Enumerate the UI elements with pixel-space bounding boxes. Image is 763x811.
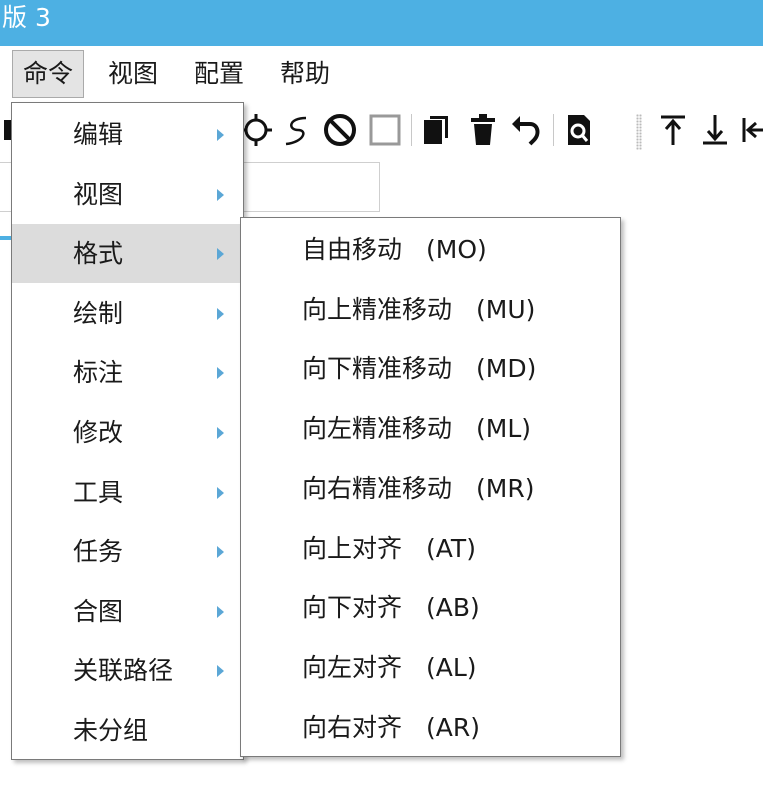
menu-bar: 命令 视图 配置 帮助 — [0, 46, 763, 102]
command-dropdown-menu: 编辑视图格式绘制标注修改工具任务合图关联路径未分组 — [11, 102, 244, 760]
menu-config[interactable]: 配置 — [184, 50, 254, 98]
submenu-arrow-icon — [217, 129, 224, 141]
submenu-item-shortcut: (AL) — [426, 652, 477, 682]
dropdown-item[interactable]: 编辑 — [12, 105, 243, 164]
submenu-item-label: 向上精准移动 — [302, 294, 453, 324]
dropdown-item-label: 关联路径 — [73, 656, 174, 686]
submenu-item[interactable]: 向上精准移动 (MU) — [241, 279, 620, 338]
dropdown-item-label: 修改 — [73, 418, 124, 447]
submenu-item-shortcut: (MR) — [476, 473, 535, 503]
menu-help[interactable]: 帮助 — [270, 50, 340, 98]
submenu-item-shortcut: (AB) — [426, 593, 480, 623]
submenu-item-label: 向左精准移动 — [302, 414, 453, 444]
submenu-item[interactable]: 向左精准移动 (ML) — [241, 398, 620, 457]
submenu-item[interactable]: 向上对齐 (AT) — [241, 518, 620, 577]
submenu-item-label: 向下精准移动 — [302, 354, 453, 384]
square-icon[interactable] — [368, 112, 402, 148]
dropdown-item-label: 合图 — [73, 596, 124, 626]
submenu-item-label: 向下对齐 — [302, 593, 403, 623]
submenu-item-shortcut: (MD) — [476, 354, 537, 384]
submenu-item[interactable]: 向下精准移动 (MD) — [241, 338, 620, 397]
submenu-arrow-icon — [217, 665, 224, 678]
submenu-arrow-icon — [217, 367, 224, 380]
dropdown-item[interactable]: 关联路径 — [12, 641, 243, 700]
crosshair-icon[interactable] — [240, 112, 272, 148]
toolbar-separator — [411, 114, 412, 146]
submenu-item-shortcut: (ML) — [476, 414, 532, 444]
dropdown-item[interactable]: 格式 — [12, 224, 243, 284]
dropdown-item[interactable]: 视图 — [12, 165, 243, 224]
submenu-item-shortcut: (AR) — [426, 712, 480, 742]
dropdown-item-label: 绘制 — [73, 298, 124, 328]
submenu-item[interactable]: 向左对齐 (AL) — [241, 637, 620, 696]
submenu-item-label: 向上对齐 — [302, 533, 403, 563]
submenu-item[interactable]: 自由移动 (MO) — [241, 219, 620, 278]
toolbar-grip[interactable] — [636, 114, 642, 150]
dropdown-item-label: 工具 — [73, 477, 124, 507]
submenu-item-label: 向右精准移动 — [302, 473, 453, 503]
submenu-item[interactable]: 向右对齐 (AR) — [241, 697, 620, 756]
trash-icon[interactable] — [466, 112, 500, 148]
align-top-icon[interactable] — [656, 112, 690, 148]
window-title: 版 3 — [2, 3, 51, 32]
dropdown-item[interactable]: 合图 — [12, 582, 243, 641]
dropdown-item[interactable]: 标注 — [12, 343, 243, 402]
lasso-icon[interactable] — [280, 112, 312, 148]
submenu-item-shortcut: (AT) — [426, 533, 476, 563]
dropdown-item[interactable]: 任务 — [12, 522, 243, 581]
dropdown-item-label: 格式 — [73, 239, 124, 269]
dropdown-item[interactable]: 绘制 — [12, 284, 243, 343]
submenu-arrow-icon — [217, 605, 224, 618]
dropdown-item-label: 标注 — [73, 358, 124, 388]
dropdown-item-label: 视图 — [73, 179, 124, 209]
submenu-item[interactable]: 向下对齐 (AB) — [241, 577, 620, 636]
format-submenu: 自由移动 (MO) 向上精准移动 (MU) 向下精准移动 (MD) 向左精准移动 (ML) 向右… — [240, 217, 621, 757]
dropdown-item-label: 未分组 — [73, 716, 149, 745]
submenu-arrow-icon — [217, 546, 224, 559]
dropdown-item-label: 编辑 — [73, 120, 124, 149]
menu-view[interactable]: 视图 — [98, 50, 168, 98]
submenu-arrow-icon — [217, 188, 224, 201]
submenu-item-shortcut: (MO) — [426, 235, 487, 264]
submenu-item-label: 向右对齐 — [302, 712, 403, 742]
menu-command[interactable]: 命令 — [12, 50, 85, 98]
undo-icon[interactable] — [508, 112, 544, 148]
submenu-arrow-icon — [217, 486, 224, 499]
dropdown-item[interactable]: 未分组 — [12, 701, 243, 760]
title-bar: 版 3 — [0, 0, 763, 46]
submenu-item-label: 自由移动 — [302, 235, 403, 264]
align-bottom-icon[interactable] — [698, 112, 732, 148]
dropdown-item-label: 任务 — [73, 537, 124, 567]
submenu-item-shortcut: (MU) — [476, 294, 536, 324]
submenu-arrow-icon — [217, 248, 224, 261]
submenu-arrow-icon — [217, 307, 224, 320]
submenu-arrow-icon — [217, 427, 224, 439]
prohibit-icon[interactable] — [322, 112, 358, 148]
align-left-icon[interactable] — [740, 112, 763, 148]
dropdown-item[interactable]: 工具 — [12, 463, 243, 522]
submenu-item-label: 向左对齐 — [302, 652, 403, 682]
zoom-page-icon[interactable] — [562, 112, 596, 148]
copy-icon[interactable] — [420, 112, 454, 148]
dropdown-item[interactable]: 修改 — [12, 403, 243, 462]
toolbar-separator — [553, 114, 554, 146]
submenu-item[interactable]: 向右精准移动 (MR) — [241, 458, 620, 517]
